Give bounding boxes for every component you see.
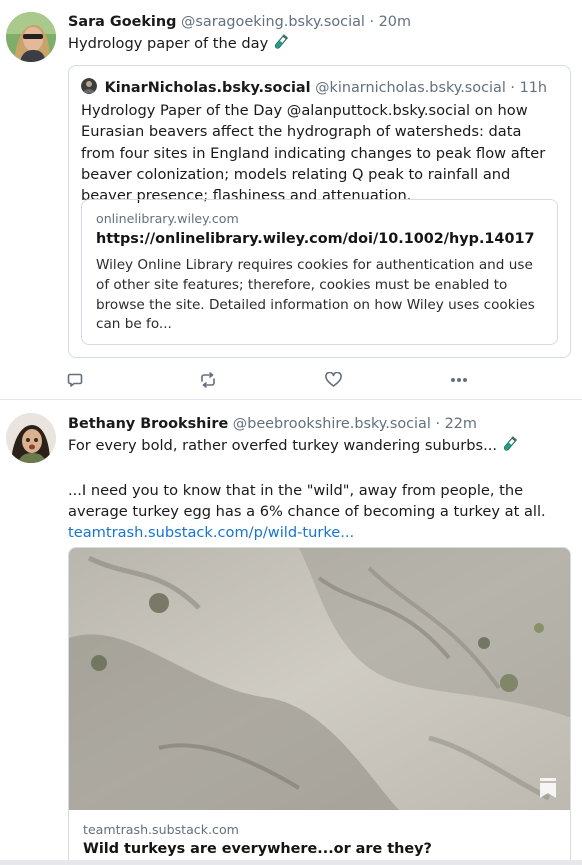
like-icon[interactable] xyxy=(323,370,343,390)
post-text: For every bold, rather overfed turkey wa… xyxy=(68,435,574,543)
author-name[interactable]: Sara Goeking xyxy=(68,14,176,30)
author-handle[interactable]: @beebrookshire.bsky.social xyxy=(233,416,431,432)
post-text-line: For every bold, rather overfed turkey wa… xyxy=(68,435,574,459)
test-tube-icon xyxy=(501,436,518,459)
post-actions xyxy=(65,370,488,390)
more-icon[interactable] xyxy=(449,370,469,390)
post-text-content: Hydrology paper of the day xyxy=(68,35,269,52)
post-text-content: For every bold, rather overfed turkey wa… xyxy=(68,437,498,454)
quote-text: Hydrology Paper of the Day @alanputtock.… xyxy=(81,102,546,205)
author-handle[interactable]: @saragoeking.bsky.social xyxy=(181,14,365,30)
quote-author-name[interactable]: KinarNicholas.bsky.social xyxy=(105,80,311,96)
post-text: Hydrology paper of the day xyxy=(68,33,574,57)
link-card-title[interactable]: https://onlinelibrary.wiley.com/doi/10.1… xyxy=(96,231,547,247)
post-header: Sara Goeking @saragoeking.bsky.social · … xyxy=(68,12,574,32)
feed-post[interactable]: Sara Goeking @saragoeking.bsky.social · … xyxy=(0,0,582,400)
quote-post[interactable]: KinarNicholas.bsky.social @kinarnicholas… xyxy=(68,65,571,358)
feed-post[interactable]: Bethany Brookshire @beebrookshire.bsky.s… xyxy=(0,401,582,865)
quote-header: KinarNicholas.bsky.social @kinarnicholas… xyxy=(81,78,562,98)
link-card-domain: onlinelibrary.wiley.com xyxy=(96,211,239,226)
bookmark-icon[interactable] xyxy=(538,777,558,803)
test-tube-icon xyxy=(272,34,289,57)
post-header: Bethany Brookshire @beebrookshire.bsky.s… xyxy=(68,414,574,434)
repost-icon[interactable] xyxy=(198,370,218,390)
page-bottom-bar xyxy=(0,860,582,865)
embed-domain: teamtrash.substack.com xyxy=(83,822,239,837)
link-card-description: Wiley Online Library requires cookies fo… xyxy=(96,257,535,333)
embed-title[interactable]: Wild turkeys are everywhere...or are the… xyxy=(83,841,432,857)
quote-author-handle[interactable]: @kinarnicholas.bsky.social xyxy=(315,80,506,96)
quote-time[interactable]: · 11h xyxy=(510,80,547,96)
embed-image[interactable] xyxy=(69,548,570,810)
author-name[interactable]: Bethany Brookshire xyxy=(68,416,228,432)
avatar[interactable] xyxy=(6,12,56,62)
post-link[interactable]: teamtrash.substack.com/p/wild-turke... xyxy=(68,524,354,541)
link-card[interactable]: onlinelibrary.wiley.com https://onlineli… xyxy=(81,199,558,345)
external-embed[interactable]: teamtrash.substack.com Wild turkeys are … xyxy=(68,547,571,865)
post-time[interactable]: · 22m xyxy=(435,416,476,432)
quote-avatar xyxy=(81,78,97,94)
avatar[interactable] xyxy=(6,413,56,463)
post-time[interactable]: · 20m xyxy=(369,14,410,30)
post-text-content: ...I need you to know that in the "wild"… xyxy=(68,482,546,520)
reply-icon[interactable] xyxy=(65,370,85,390)
